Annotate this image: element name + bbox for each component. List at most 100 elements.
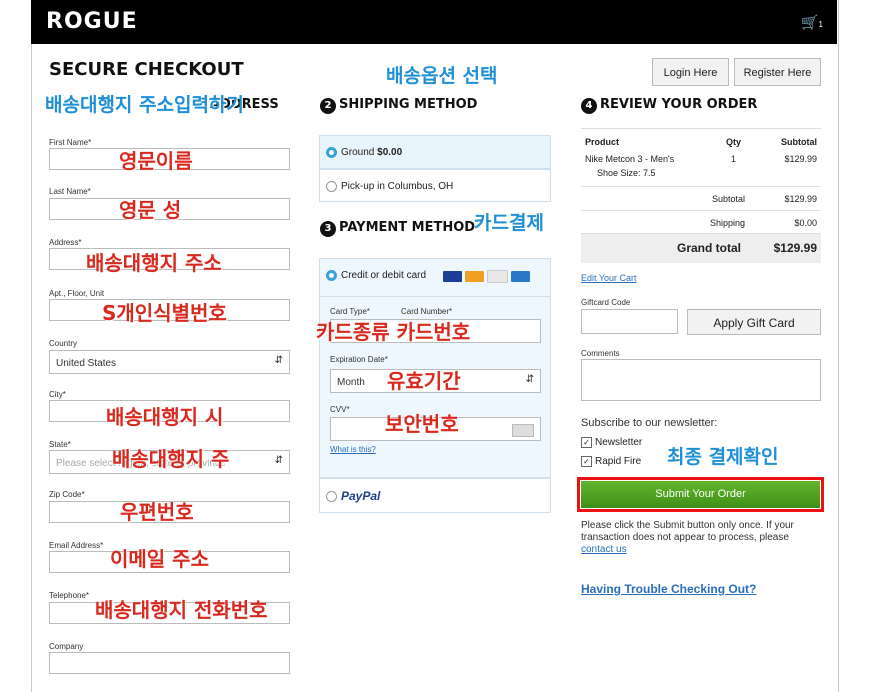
review-heading: 4 REVIEW YOUR ORDER xyxy=(581,97,757,114)
radio-selected-icon xyxy=(326,147,337,158)
shipping-heading-text: SHIPPING METHOD xyxy=(339,97,478,112)
select-arrow-icon: ⇵ xyxy=(274,455,283,466)
col-qty: Qty xyxy=(726,137,742,147)
annotation-expiry: 유효기간 xyxy=(387,369,461,393)
annotation-cvv: 보안번호 xyxy=(385,412,459,436)
submit-notice: Please click the Submit button only once… xyxy=(581,520,821,556)
company-input[interactable] xyxy=(49,652,290,674)
contact-us-link[interactable]: contact us xyxy=(581,544,627,555)
last-name-label: Last Name* xyxy=(49,187,91,196)
city-label: City* xyxy=(49,390,66,399)
card-option[interactable]: Credit or debit card xyxy=(326,270,426,281)
select-arrow-icon: ⇵ xyxy=(525,374,534,385)
pickup-label: Pick-up in Columbus, OH xyxy=(341,181,454,193)
annotation-last-name: 영문 성 xyxy=(119,198,182,222)
month-value: Month xyxy=(337,377,365,388)
comments-label: Comments xyxy=(581,349,620,358)
annotation-email: 이메일 주소 xyxy=(110,547,209,571)
payment-option-paypal[interactable]: PayPal xyxy=(319,478,551,513)
notice-text: Please click the Submit button only once… xyxy=(581,520,794,543)
step-number: 2 xyxy=(320,98,336,114)
apply-gift-card-button[interactable]: Apply Gift Card xyxy=(687,309,821,335)
annotation-address: 배송대행지 주소 xyxy=(86,251,222,275)
subtotal-value: $129.99 xyxy=(784,194,817,204)
ground-price: $0.00 xyxy=(377,147,403,159)
page-title: SECURE CHECKOUT xyxy=(49,59,244,80)
annotation-zip: 우편번호 xyxy=(120,500,194,524)
checkmark-icon: ✓ xyxy=(581,456,592,467)
mastercard-icon xyxy=(465,271,484,283)
rogue-logo[interactable]: ROGUE xyxy=(46,9,138,34)
item-name: Nike Metcon 3 - Men's xyxy=(585,154,675,164)
step-number: 3 xyxy=(320,221,336,237)
grand-total-label: Grand total xyxy=(676,241,741,255)
edit-cart-link[interactable]: Edit Your Cart xyxy=(581,273,637,283)
col-product: Product xyxy=(585,137,620,147)
cart-count: 1 xyxy=(818,20,823,29)
item-subtotal: $129.99 xyxy=(784,154,817,164)
cvv-card-icon xyxy=(512,424,534,437)
annotation-state: 배송대행지 주 xyxy=(112,447,230,471)
newsletter-checkbox[interactable]: ✓ Newsletter xyxy=(581,437,642,448)
annotation-city: 배송대행지 시 xyxy=(106,405,224,429)
paypal-label: PayPal xyxy=(341,489,381,503)
telephone-label: Telephone* xyxy=(49,591,90,600)
cart-icon[interactable]: 🛒1 xyxy=(801,14,823,31)
card-type-label: Card Type* xyxy=(330,307,370,316)
annotation-id-number: S개인식별번호 xyxy=(102,301,227,325)
comments-textarea[interactable] xyxy=(581,359,821,401)
giftcard-input[interactable] xyxy=(581,309,678,334)
checkmark-icon: ✓ xyxy=(581,437,592,448)
subtotal-label: Subtotal xyxy=(711,194,745,204)
trouble-link[interactable]: Having Trouble Checking Out? xyxy=(581,582,756,596)
ground-label: Ground xyxy=(341,147,375,159)
country-select[interactable]: United States ⇵ xyxy=(49,350,290,374)
item-qty: 1 xyxy=(731,154,737,164)
amex-icon xyxy=(511,271,530,283)
annotation-shipping-option: 배송옵션 선택 xyxy=(386,65,498,87)
login-button[interactable]: Login Here xyxy=(652,58,729,86)
submit-order-button[interactable]: Submit Your Order xyxy=(581,481,820,508)
radio-icon xyxy=(326,181,337,192)
payment-heading: 3 PAYMENT METHOD xyxy=(320,220,475,237)
country-label: Country xyxy=(49,339,78,348)
country-value: United States xyxy=(56,358,117,369)
card-number-label: Card Number* xyxy=(401,307,453,316)
rapid-fire-checkbox[interactable]: ✓ Rapid Fire xyxy=(581,456,641,467)
shipping-option-ground[interactable]: Ground $0.00 xyxy=(319,135,551,169)
annotation-card-payment: 카드결제 xyxy=(474,212,544,234)
grand-total-value: $129.99 xyxy=(773,241,817,255)
top-header: ROGUE 🛒1 xyxy=(31,0,837,44)
register-button[interactable]: Register Here xyxy=(734,58,821,86)
annotation-first-name: 영문이름 xyxy=(119,149,193,173)
shipping-value: $0.00 xyxy=(794,218,817,228)
step-number: 4 xyxy=(581,98,597,114)
company-label: Company xyxy=(49,642,84,651)
annotation-phone: 배송대행지 전화번호 xyxy=(95,598,268,622)
shipping-option-pickup[interactable]: Pick-up in Columbus, OH xyxy=(319,169,551,202)
annotation-card-type-number: 카드종류 카드번호 xyxy=(316,320,471,344)
col-subtotal: Subtotal xyxy=(781,137,817,147)
discover-icon xyxy=(487,270,508,284)
annotation-address-entry: 배송대행지 주소입력하기 xyxy=(45,94,244,116)
cvv-label: CVV* xyxy=(330,405,350,414)
newsletter-label: Newsletter xyxy=(595,437,643,449)
annotation-final-confirm: 최종 결제확인 xyxy=(667,446,779,468)
payment-heading-text: PAYMENT METHOD xyxy=(339,220,476,235)
zip-label: Zip Code* xyxy=(49,490,85,499)
visa-icon xyxy=(443,271,462,283)
expiration-label: Expiration Date* xyxy=(330,355,388,364)
apt-label: Apt., Floor, Unit xyxy=(49,289,105,298)
card-brand-icons xyxy=(440,268,530,286)
state-label: State* xyxy=(49,440,71,449)
rapid-fire-label: Rapid Fire xyxy=(595,456,642,468)
address-label: Address* xyxy=(49,238,82,247)
radio-icon xyxy=(326,491,337,503)
what-is-this-link[interactable]: What is this? xyxy=(330,445,376,454)
radio-selected-icon xyxy=(326,270,337,281)
email-label: Email Address* xyxy=(49,541,104,550)
divider xyxy=(320,296,550,297)
item-size: Shoe Size: 7.5 xyxy=(597,168,656,178)
review-heading-text: REVIEW YOUR ORDER xyxy=(600,97,758,112)
subscribe-label: Subscribe to our newsletter: xyxy=(581,417,718,429)
